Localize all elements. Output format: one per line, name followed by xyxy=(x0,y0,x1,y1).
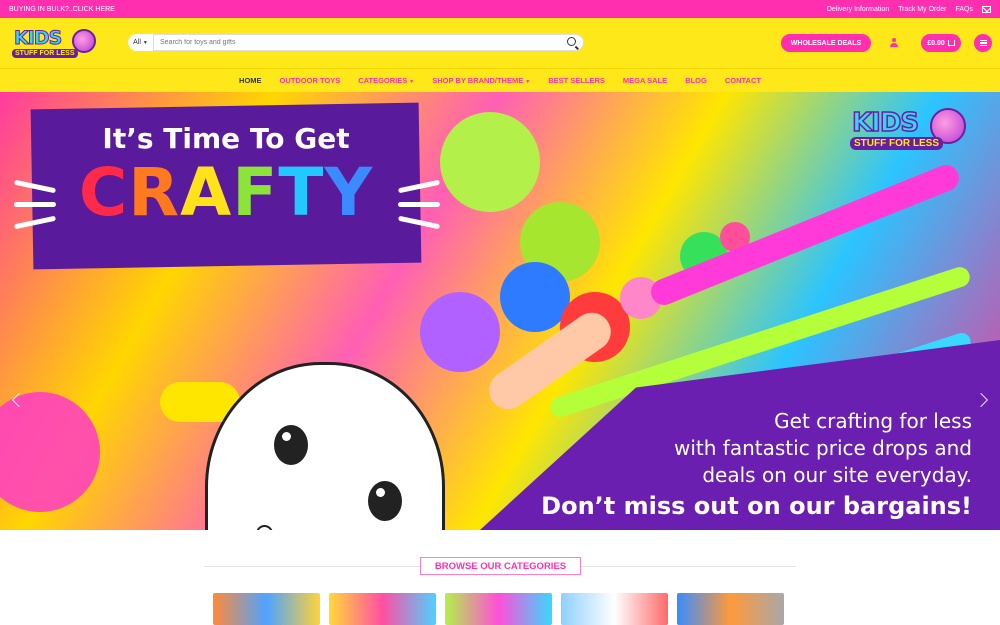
dino-eye xyxy=(274,425,308,465)
dino-spot xyxy=(256,525,273,530)
chevron-down-icon: ▼ xyxy=(525,79,531,85)
hero-logo-text: KIDS xyxy=(851,107,920,139)
promo-line: deals on our site everyday. xyxy=(702,463,972,487)
browse-categories-heading: BROWSE OUR CATEGORIES xyxy=(420,557,581,575)
nav-categories[interactable]: CATEGORIES ▼ xyxy=(358,76,414,85)
nav-home[interactable]: HOME xyxy=(239,76,262,85)
category-thumbnail[interactable] xyxy=(445,593,552,625)
faqs-link[interactable]: FAQs xyxy=(955,6,973,13)
search-category-select[interactable]: All ▼ xyxy=(128,34,154,51)
cart-button[interactable]: £0.00 xyxy=(921,34,961,52)
divider xyxy=(204,566,420,567)
site-logo[interactable]: KIDS STUFF FOR LESS xyxy=(12,27,100,61)
top-links: Delivery Information Track My Order FAQs xyxy=(827,5,991,13)
main-nav: HOME OUTDOOR TOYS CATEGORIES ▼ SHOP BY BR… xyxy=(0,68,1000,92)
hero-title: It’s Time To Get xyxy=(102,122,350,155)
category-thumbnail[interactable] xyxy=(561,593,668,625)
nav-contact[interactable]: CONTACT xyxy=(725,76,761,85)
title-letter: F xyxy=(232,154,279,231)
nav-mega-sale[interactable]: MEGA SALE xyxy=(623,76,667,85)
title-letter: R xyxy=(128,154,181,231)
cart-icon xyxy=(947,40,955,46)
bulk-buy-link[interactable]: BUYING IN BULK?..CLICK HERE xyxy=(9,6,115,13)
hero-promo-text: Get crafting for less with fantastic pri… xyxy=(541,408,972,523)
search-input[interactable] xyxy=(154,34,584,51)
title-letter: C xyxy=(78,154,129,231)
title-letter: T xyxy=(278,154,325,231)
search-icon[interactable] xyxy=(567,37,576,46)
divider xyxy=(581,566,796,567)
hero-banner[interactable]: It’s Time To Get CRAFTY KIDS STUFF FOR L… xyxy=(0,92,1000,530)
dino-eye xyxy=(368,481,402,521)
nav-shop-by-brand-label: SHOP BY BRAND/THEME xyxy=(432,76,524,85)
logo-text: KIDS xyxy=(13,27,62,50)
category-thumbnail[interactable] xyxy=(213,593,320,625)
smiley-icon xyxy=(440,112,540,212)
hamburger-icon xyxy=(979,39,987,41)
nav-outdoor-toys[interactable]: OUTDOOR TOYS xyxy=(280,76,341,85)
hero-title-word: CRAFTY xyxy=(32,160,420,226)
site-header: KIDS STUFF FOR LESS All ▼ WHOLESALE DEAL… xyxy=(0,18,1000,68)
mail-icon[interactable] xyxy=(982,5,991,13)
nav-shop-by-brand[interactable]: SHOP BY BRAND/THEME ▼ xyxy=(432,76,530,85)
promo-line: with fantastic price drops and xyxy=(674,436,972,460)
nav-blog[interactable]: BLOG xyxy=(685,76,707,85)
logo-tagline: STUFF FOR LESS xyxy=(12,49,78,58)
promo-line: Get crafting for less xyxy=(774,409,972,433)
title-letter: Y xyxy=(324,154,374,231)
delivery-info-link[interactable]: Delivery Information xyxy=(827,6,889,13)
category-thumbnail[interactable] xyxy=(677,593,784,625)
chevron-down-icon: ▼ xyxy=(409,79,415,85)
top-bar: BUYING IN BULK?..CLICK HERE Delivery Inf… xyxy=(0,0,1000,18)
wholesale-deals-button[interactable]: WHOLESALE DEALS xyxy=(781,34,871,52)
nav-best-sellers[interactable]: BEST SELLERS xyxy=(548,76,605,85)
menu-button[interactable] xyxy=(974,34,992,52)
title-letter: A xyxy=(180,154,233,231)
search-bar: All ▼ xyxy=(128,34,584,51)
chevron-down-icon: ▼ xyxy=(142,39,148,46)
category-thumbnails xyxy=(213,593,784,625)
hero-logo-tagline: STUFF FOR LESS xyxy=(850,137,943,150)
track-order-link[interactable]: Track My Order xyxy=(898,6,946,13)
craft-decoration xyxy=(0,392,100,512)
dino-illustration xyxy=(205,362,445,530)
cart-total: £0.00 xyxy=(927,39,945,47)
nav-categories-label: CATEGORIES xyxy=(358,76,408,85)
hero-logo: KIDS STUFF FOR LESS xyxy=(850,107,977,152)
promo-headline: Don’t miss out on our bargains! xyxy=(541,492,972,520)
category-thumbnail[interactable] xyxy=(329,593,436,625)
smiley-icon xyxy=(420,292,500,372)
search-category-value: All xyxy=(133,39,141,46)
account-icon[interactable] xyxy=(889,38,899,48)
